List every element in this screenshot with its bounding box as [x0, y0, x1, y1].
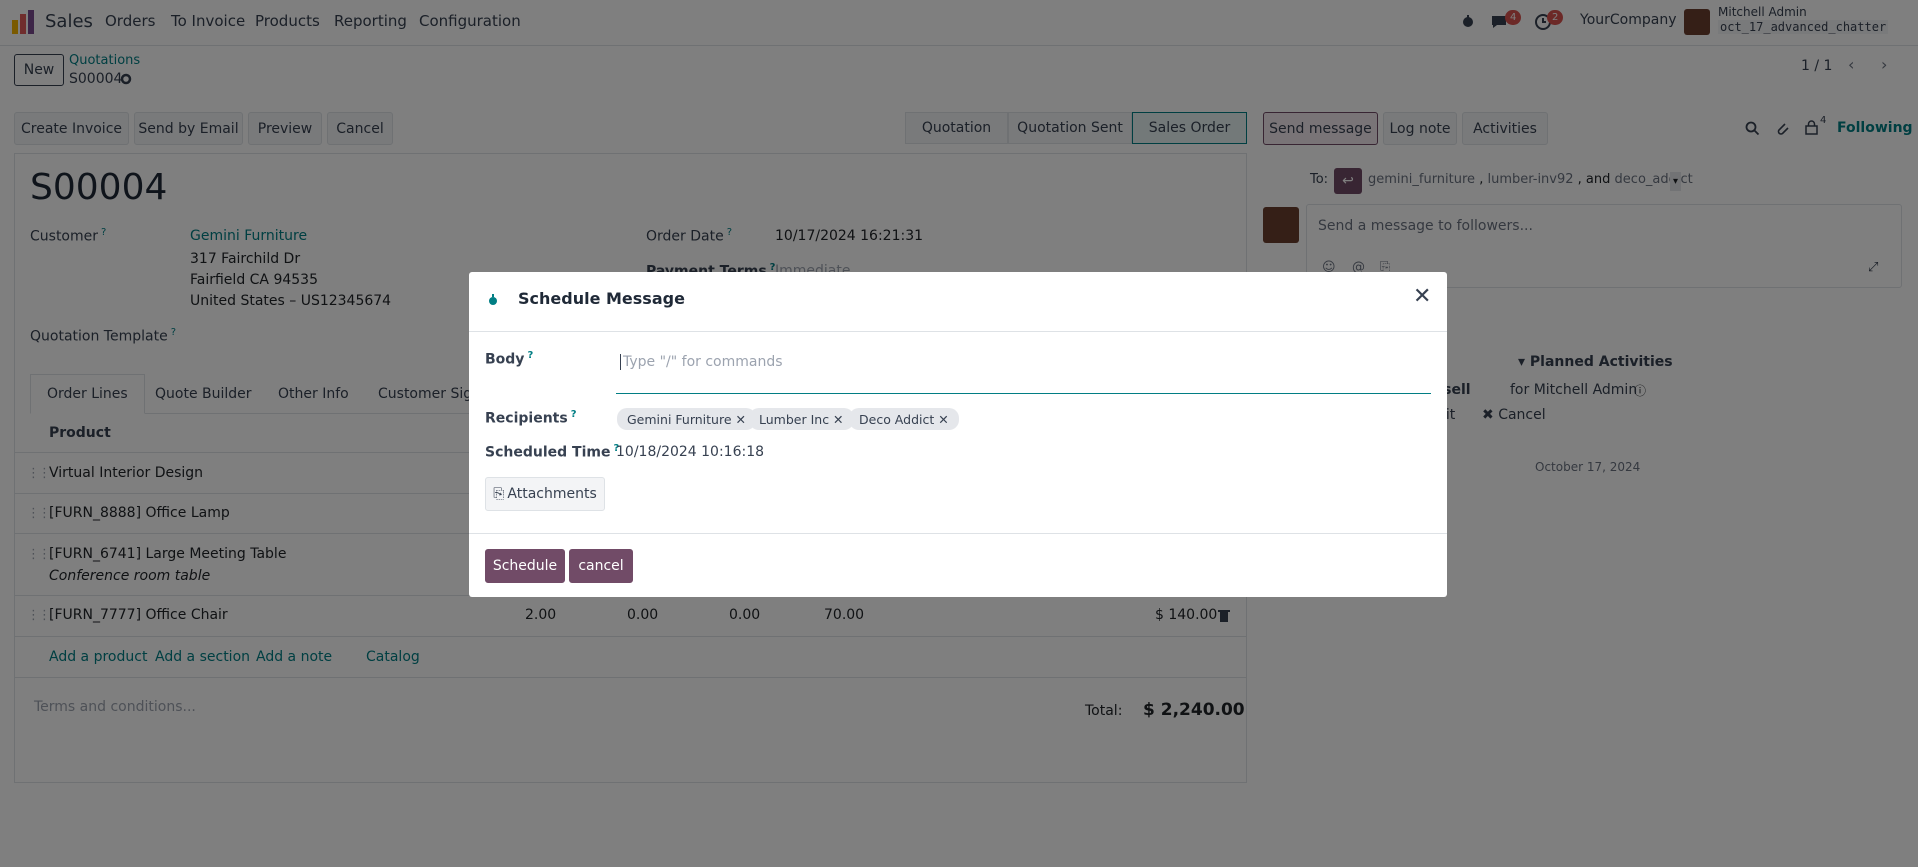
- scheduled-time-input[interactable]: 10/18/2024 10:16:18: [616, 444, 764, 460]
- attachments-button[interactable]: ⎘ Attachments: [485, 477, 605, 511]
- body-input[interactable]: Type "/" for commands: [616, 352, 1431, 394]
- header-divider: [469, 331, 1447, 332]
- scheduled-time-label: Scheduled Time?: [485, 443, 620, 461]
- cancel-button[interactable]: cancel: [569, 549, 633, 583]
- recipient-chip[interactable]: Lumber Inc ✕: [749, 408, 854, 430]
- schedule-message-dialog: Schedule Message ✕ Body? Type "/" for co…: [469, 272, 1447, 597]
- close-icon[interactable]: ✕: [1413, 284, 1431, 309]
- remove-icon[interactable]: ✕: [736, 412, 746, 427]
- remove-icon[interactable]: ✕: [938, 412, 948, 427]
- dialog-title: Schedule Message: [518, 289, 685, 308]
- remove-icon[interactable]: ✕: [833, 412, 843, 427]
- paperclip-icon: ⎘: [493, 486, 505, 502]
- recipient-chip[interactable]: Gemini Furniture ✕: [617, 408, 756, 430]
- recipients-label: Recipients?: [485, 409, 577, 427]
- body-label: Body?: [485, 350, 534, 368]
- body-placeholder: Type "/" for commands: [620, 354, 783, 370]
- bug-icon: [489, 294, 497, 305]
- footer-divider: [469, 533, 1447, 534]
- schedule-button[interactable]: Schedule: [485, 549, 565, 583]
- recipient-chip[interactable]: Deco Addict ✕: [849, 408, 959, 430]
